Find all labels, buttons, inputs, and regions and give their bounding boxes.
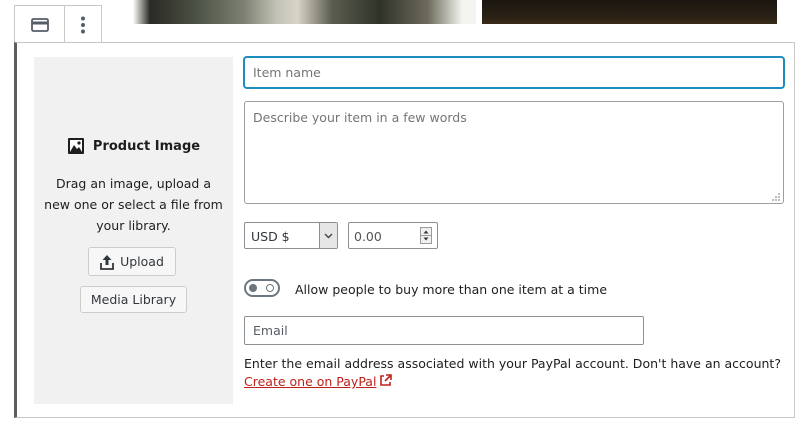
more-vertical-icon [81, 16, 86, 33]
more-options-button[interactable] [65, 6, 101, 43]
background-image-2 [482, 0, 777, 24]
item-description-textarea[interactable] [244, 101, 784, 204]
product-image-heading: Product Image [34, 137, 233, 155]
block-card-icon [30, 17, 49, 32]
block-card-button[interactable] [15, 6, 66, 43]
upload-label: Upload [120, 254, 164, 269]
product-image-title: Product Image [92, 138, 201, 154]
toggle-knob [249, 284, 257, 292]
image-icon [67, 138, 84, 154]
chevron-down-icon[interactable] [319, 223, 337, 248]
toggle-off-indicator-icon [266, 284, 274, 292]
currency-select[interactable]: USD $ [244, 222, 338, 249]
block-toolbar [14, 5, 102, 43]
upload-icon [100, 254, 114, 270]
product-image-instructions: Drag an image, upload a new one or selec… [44, 176, 223, 233]
media-library-button[interactable]: Media Library [80, 286, 187, 313]
background-image-1 [133, 0, 476, 24]
product-image-placeholder[interactable]: Product Image Drag an image, upload a ne… [34, 57, 233, 404]
item-name-input[interactable] [244, 57, 784, 88]
price-stepper-icon[interactable] [420, 227, 432, 244]
price-placeholder: 0.00 [354, 229, 382, 244]
price-input[interactable]: 0.00 [348, 222, 438, 249]
paypal-help-text: Enter the email address associated with … [244, 355, 789, 391]
simple-payments-block: Product Image Drag an image, upload a ne… [14, 42, 795, 418]
multiple-items-label: Allow people to buy more than one item a… [295, 282, 608, 297]
help-text: Enter the email address associated with … [244, 356, 781, 371]
external-link-icon [380, 374, 393, 386]
email-input[interactable] [244, 316, 644, 345]
resize-handle-icon[interactable] [771, 191, 781, 201]
currency-value: USD $ [251, 229, 290, 244]
upload-button[interactable]: Upload [88, 247, 176, 276]
multiple-items-toggle[interactable] [244, 279, 280, 297]
media-library-label: Media Library [90, 292, 177, 307]
create-paypal-link-label: Create one on PayPal [244, 374, 377, 389]
create-paypal-link[interactable]: Create one on PayPal [244, 374, 376, 389]
